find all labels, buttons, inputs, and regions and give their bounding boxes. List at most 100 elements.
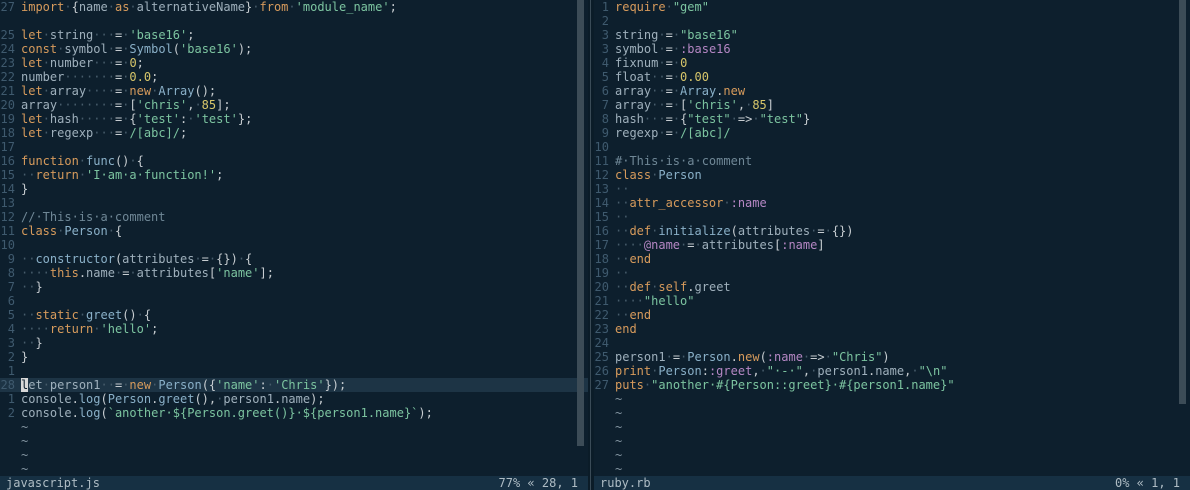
code-line[interactable]: 2	[594, 14, 1190, 28]
line-text[interactable]: string·=·"base16"	[615, 28, 738, 42]
line-text[interactable]: ····return·'hello';	[21, 322, 158, 336]
code-line[interactable]: 15 ··	[594, 210, 1190, 224]
code-line[interactable]: 23 end	[594, 322, 1190, 336]
code-line[interactable]: 9 regexp·=·/[abc]/	[594, 126, 1190, 140]
line-text[interactable]: ····@name·=·attributes[:name]	[615, 238, 825, 252]
line-text[interactable]: end	[615, 322, 637, 336]
right-editor-pane[interactable]: 1 require·"gem" 2 3 string·=·"base16" 3 symbol…	[594, 0, 1190, 476]
line-text[interactable]: ··attr_accessor·:name	[615, 196, 767, 210]
code-line[interactable]: 17	[0, 140, 588, 154]
code-line[interactable]: 13	[0, 196, 588, 210]
line-text[interactable]: class·Person	[615, 168, 702, 182]
code-line[interactable]: 10	[0, 238, 588, 252]
code-line[interactable]: 1 console.log(Person.greet(),·person1.nam…	[0, 392, 588, 406]
empty-buffer-line[interactable]: ~	[0, 420, 588, 434]
code-line[interactable]: 2}	[0, 350, 588, 364]
code-line[interactable]: 26 print·Person::greet,·"·-·",·person1.na…	[594, 364, 1190, 378]
code-line[interactable]: 2 console.log(`another·${Person.greet()}·…	[0, 406, 588, 420]
line-text[interactable]: #·This·is·a·comment	[615, 154, 752, 168]
left-code-lines[interactable]: 27 import·{name·as·alternativeName}·from·…	[0, 0, 588, 476]
code-line[interactable]: 7 ··}	[0, 280, 588, 294]
code-line[interactable]: 5 ··static·greet()·{	[0, 308, 588, 322]
empty-buffer-line[interactable]: ~	[0, 434, 588, 448]
line-text[interactable]: ··	[615, 266, 629, 280]
code-line[interactable]: 19 let·hash·····=·{'test':·'test'};	[0, 112, 588, 126]
line-text[interactable]: console.log(`another·${Person.greet()}·$…	[21, 406, 433, 420]
line-text[interactable]: ··}	[21, 336, 43, 350]
line-text[interactable]: number·······=·0.0;	[21, 70, 158, 84]
code-line[interactable]: 14 ··attr_accessor·:name	[594, 196, 1190, 210]
code-line[interactable]: 11 #·This·is·a·comment	[594, 154, 1190, 168]
code-line[interactable]: 3 symbol·=·:base16	[594, 42, 1190, 56]
code-line[interactable]: 22 ··end	[594, 308, 1190, 322]
code-line[interactable]: 6	[0, 294, 588, 308]
code-line[interactable]: 11 class·Person·{	[0, 224, 588, 238]
code-line[interactable]: 25 let·string···=·'base16';	[0, 28, 588, 42]
code-line[interactable]: 25 person1·=·Person.new(:name·=>·"Chris")	[594, 350, 1190, 364]
code-line[interactable]: 18 ··end	[594, 252, 1190, 266]
line-text[interactable]: let·array····=·new·Array();	[21, 84, 216, 98]
code-line[interactable]: 21 ····"hello"	[594, 294, 1190, 308]
code-line[interactable]: 22 number·······=·0.0;	[0, 70, 588, 84]
code-line[interactable]: 3 ··}	[0, 336, 588, 350]
line-text[interactable]: let·person1··=·new·Person({'name':·'Chri…	[21, 378, 346, 392]
empty-buffer-line[interactable]: ~	[594, 420, 1190, 434]
line-text[interactable]: float··=·0.00	[615, 70, 709, 84]
line-text[interactable]: //·This·is·a·comment	[21, 210, 166, 224]
code-line[interactable]: 21 let·array····=·new·Array();	[0, 84, 588, 98]
empty-buffer-line[interactable]: ~	[594, 462, 1190, 476]
line-text[interactable]: regexp·=·/[abc]/	[615, 126, 731, 140]
code-line[interactable]: 16 function·func()·{	[0, 154, 588, 168]
line-text[interactable]: const·symbol·=·Symbol('base16');	[21, 42, 252, 56]
line-text[interactable]: ··end	[615, 252, 651, 266]
line-text[interactable]: hash···=·{"test"·=>·"test"}	[615, 112, 810, 126]
line-text[interactable]: }	[21, 350, 28, 364]
code-line[interactable]: 27 import·{name·as·alternativeName}·from·…	[0, 0, 588, 14]
code-line[interactable]: 19 ··	[594, 266, 1190, 280]
code-line[interactable]: 27 puts·"another·#{Person::greet}·#{perso…	[594, 378, 1190, 392]
line-text[interactable]: let·number···=·0;	[21, 56, 144, 70]
line-text[interactable]: ··	[615, 182, 629, 196]
code-line[interactable]: 20 array········=·['chris',·85];	[0, 98, 588, 112]
line-text[interactable]: ··static·greet()·{	[21, 308, 151, 322]
code-line[interactable]: 24	[594, 336, 1190, 350]
empty-buffer-line[interactable]: ~	[0, 448, 588, 462]
line-text[interactable]: symbol·=·:base16	[615, 42, 731, 56]
code-line[interactable]: 4 ····return·'hello';	[0, 322, 588, 336]
code-line[interactable]: 5 float··=·0.00	[594, 70, 1190, 84]
line-text[interactable]: require·"gem"	[615, 0, 709, 14]
code-line[interactable]: 17 ····@name·=·attributes[:name]	[594, 238, 1190, 252]
line-text[interactable]: puts·"another·#{Person::greet}·#{person1…	[615, 378, 955, 392]
empty-buffer-line[interactable]: ~	[594, 448, 1190, 462]
code-line[interactable]: 1 require·"gem"	[594, 0, 1190, 14]
code-line[interactable]: 14}	[0, 182, 588, 196]
line-text[interactable]: function·func()·{	[21, 154, 144, 168]
line-text[interactable]: array········=·['chris',·85];	[21, 98, 231, 112]
line-text[interactable]: ··constructor(attributes·=·{})·{	[21, 252, 252, 266]
line-text[interactable]: person1·=·Person.new(:name·=>·"Chris")	[615, 350, 890, 364]
code-line[interactable]: 28 let·person1··=·new·Person({'name':·'Ch…	[0, 378, 588, 392]
line-text[interactable]: ····"hello"	[615, 294, 694, 308]
line-text[interactable]: class·Person·{	[21, 224, 122, 238]
code-line[interactable]: 13 ··	[594, 182, 1190, 196]
code-line[interactable]: 10	[594, 140, 1190, 154]
right-scrollbar[interactable]	[1179, 0, 1186, 404]
line-text[interactable]: let·regexp···=·/[abc]/;	[21, 126, 187, 140]
line-text[interactable]: ··def·self.greet	[615, 280, 731, 294]
empty-buffer-line[interactable]: ~	[0, 462, 588, 476]
code-line[interactable]: 24 const·symbol·=·Symbol('base16');	[0, 42, 588, 56]
line-text[interactable]: ··end	[615, 308, 651, 322]
code-line[interactable]: 6 array··=·Array.new	[594, 84, 1190, 98]
code-line[interactable]: 1	[0, 364, 588, 378]
line-text[interactable]: array··=·Array.new	[615, 84, 745, 98]
right-code-lines[interactable]: 1 require·"gem" 2 3 string·=·"base16" 3 symbol…	[594, 0, 1190, 476]
code-line[interactable]: 8 hash···=·{"test"·=>·"test"}	[594, 112, 1190, 126]
code-line[interactable]: 9 ··constructor(attributes·=·{})·{	[0, 252, 588, 266]
line-text[interactable]: ··def·initialize(attributes·=·{})	[615, 224, 854, 238]
empty-buffer-line[interactable]: ~	[594, 392, 1190, 406]
code-line[interactable]: 7 array··=·['chris',·85]	[594, 98, 1190, 112]
line-text[interactable]: ··}	[21, 280, 43, 294]
line-text[interactable]: array··=·['chris',·85]	[615, 98, 774, 112]
code-line[interactable]: 12 class·Person	[594, 168, 1190, 182]
code-line[interactable]: 4 fixnum·=·0	[594, 56, 1190, 70]
